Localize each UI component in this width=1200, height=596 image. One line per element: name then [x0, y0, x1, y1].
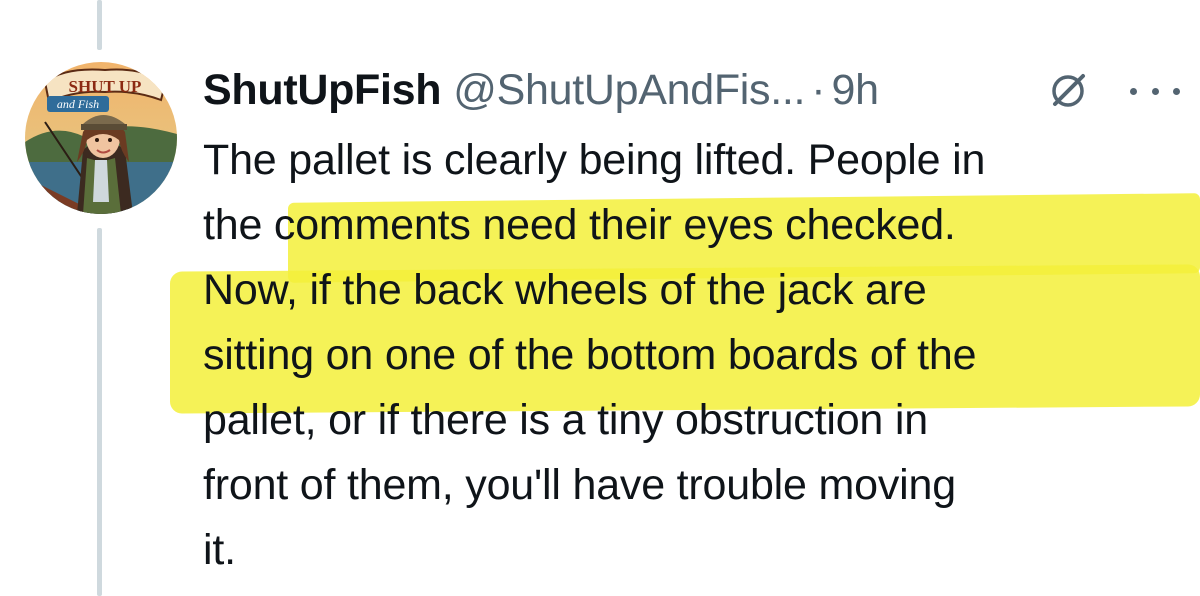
more-options-icon[interactable]	[1130, 84, 1180, 98]
logo-text-top: SHUT UP	[69, 77, 142, 96]
logo-text-bottom: and Fish	[57, 97, 99, 111]
timestamp[interactable]: 9h	[832, 66, 880, 115]
avatar-illustration: SHUT UP and Fish	[25, 62, 177, 214]
avatar[interactable]: SHUT UP and Fish	[25, 62, 177, 214]
tweet-text-line: pallet, or if there is a tiny obstructio…	[203, 396, 928, 444]
tweet-text-line: The pallet is clearly being lifted. Peop…	[203, 136, 986, 184]
tweet-text-line: it.	[203, 526, 236, 574]
more-dot	[1130, 87, 1137, 95]
thread-connector-bottom	[97, 228, 102, 596]
tweet-text-line: front of them, you'll have trouble movin…	[203, 461, 956, 509]
more-dot	[1173, 87, 1180, 95]
more-dot	[1151, 87, 1159, 95]
tweet-text-line: sitting on one of the bottom boards of t…	[203, 331, 977, 379]
thread-connector-top	[97, 0, 102, 50]
tweet-body: The pallet is clearly being lifted. Peop…	[203, 128, 1193, 583]
tweet-text-line: the comments need their eyes checked.	[203, 201, 956, 249]
display-name[interactable]: ShutUpFish	[203, 66, 442, 115]
tweet-text-line: Now, if the back wheels of the jack are	[203, 266, 927, 314]
grok-slash-circle-icon[interactable]	[1045, 68, 1091, 114]
separator-dot: ·	[811, 65, 826, 114]
user-handle[interactable]: @ShutUpAndFis...	[453, 66, 805, 115]
tweet-header: ShutUpFish @ShutUpAndFis... · 9h	[203, 60, 879, 120]
